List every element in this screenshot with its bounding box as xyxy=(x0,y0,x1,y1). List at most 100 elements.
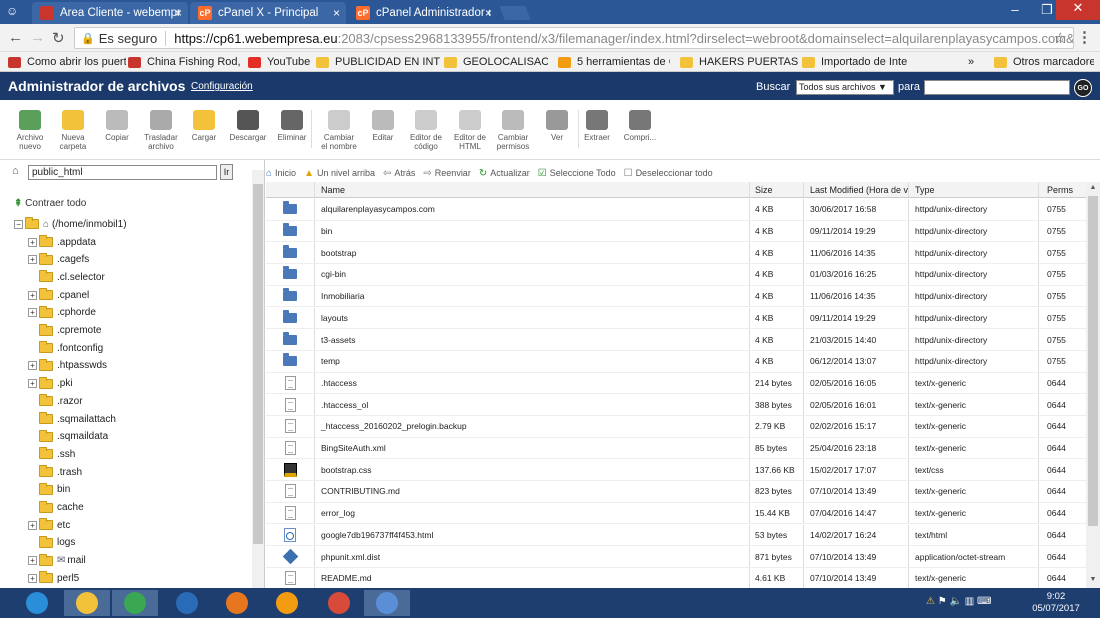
back-link[interactable]: ⇦ Atrás xyxy=(383,168,415,179)
col-modified-header[interactable]: Last Modified (Hora de v xyxy=(803,182,908,197)
browser-menu-icon[interactable]: ⋮ xyxy=(1077,28,1092,46)
view-button[interactable]: Ver xyxy=(535,110,579,142)
tree-item[interactable]: logs xyxy=(28,535,75,551)
table-row[interactable]: alquilarenplayasycampos.com 4 KB 30/06/201… xyxy=(266,199,1086,221)
tab-cpanel-principal[interactable]: cP cPanel X - Principal × xyxy=(190,2,346,24)
expand-node-icon[interactable]: + xyxy=(28,361,37,371)
other-bookmarks[interactable]: Otros marcadores xyxy=(994,54,1094,70)
search-input[interactable] xyxy=(924,80,1070,95)
file-name[interactable]: README.md xyxy=(314,567,749,589)
network-icon[interactable]: ⚑ xyxy=(938,596,947,607)
keyboard-icon[interactable]: ⌨ xyxy=(977,596,991,607)
taskbar-app[interactable] xyxy=(164,590,210,616)
file-name[interactable]: bin xyxy=(314,220,749,242)
go-directory-button[interactable]: Ir xyxy=(220,164,233,180)
table-row[interactable]: BingSiteAuth.xml 85 bytes 25/04/2016 23:18… xyxy=(266,437,1086,460)
table-row[interactable]: _htaccess_20160202_prelogin.backup 2.79 K… xyxy=(266,416,1086,438)
tree-item[interactable]: + .cpanel xyxy=(28,287,89,303)
close-icon[interactable]: × xyxy=(333,6,340,20)
taskbar-app[interactable] xyxy=(14,590,60,616)
volume-icon[interactable]: 🔈 xyxy=(950,596,962,607)
forward-link[interactable]: ⇨ Reenviar xyxy=(423,168,470,179)
file-name[interactable]: .htaccess xyxy=(314,372,749,394)
file-name[interactable]: alquilarenplayasycampos.com xyxy=(314,199,749,220)
tree-item[interactable]: + .cphorde xyxy=(28,305,96,321)
tree-item[interactable]: .fontconfig xyxy=(28,340,103,356)
tree-item[interactable]: bin xyxy=(28,482,70,498)
settings-link[interactable]: Configuración xyxy=(191,81,253,92)
reload-link[interactable]: ↻ Actualizar xyxy=(479,168,530,179)
file-name[interactable]: Inmobiliaria xyxy=(314,285,749,307)
table-row[interactable]: google7db196737ff4f453.html 53 bytes 14/02… xyxy=(266,524,1086,547)
left-scrollbar[interactable] xyxy=(252,170,264,588)
wifi-icon[interactable]: ▥ xyxy=(965,596,974,607)
tree-item[interactable]: + perl5 xyxy=(28,570,79,586)
file-name[interactable]: layouts xyxy=(314,307,749,329)
col-type-header[interactable]: Type xyxy=(908,182,1038,197)
file-name[interactable]: bootstrap xyxy=(314,242,749,264)
html-editor-button[interactable]: Editor de HTML xyxy=(448,110,492,151)
directory-input[interactable]: public_html xyxy=(28,165,217,180)
table-row[interactable]: .htaccess_ol 388 bytes 02/05/2016 16:01 tex… xyxy=(266,394,1086,416)
tree-item[interactable]: .sqmailattach xyxy=(28,411,116,427)
file-name[interactable]: temp xyxy=(314,350,749,372)
col-size-header[interactable]: Size xyxy=(749,182,803,197)
bookmark-item[interactable]: GEOLOCALISACION xyxy=(444,54,548,70)
bookmark-item[interactable]: China Fishing Rod, Fi xyxy=(128,54,240,70)
forward-icon[interactable]: → xyxy=(30,29,45,46)
new-file-button[interactable]: Archivo nuevo xyxy=(8,110,52,151)
close-icon[interactable]: × xyxy=(175,6,182,20)
tab-cpanel-administrador[interactable]: cP cPanel Administrador de × xyxy=(348,2,498,24)
expand-node-icon[interactable]: + xyxy=(28,556,37,566)
table-row[interactable]: CONTRIBUTING.md 823 bytes 07/10/2014 13:49… xyxy=(266,481,1086,503)
expand-node-icon[interactable]: + xyxy=(28,379,37,389)
table-row[interactable]: bootstrap.css 137.66 KB 15/02/2017 17:07 te… xyxy=(266,459,1086,482)
table-row[interactable]: phpunit.xml.dist 871 bytes 07/10/2014 13:4… xyxy=(266,546,1086,568)
download-button[interactable]: Descargar xyxy=(226,110,270,142)
tree-item[interactable]: cache xyxy=(28,500,84,516)
file-name[interactable]: .htaccess_ol xyxy=(314,394,749,415)
compress-button[interactable]: Compri... xyxy=(618,110,662,142)
tree-root[interactable]: − ⌂ (/home/inmobil1) xyxy=(14,216,127,232)
taskbar-app[interactable] xyxy=(264,590,310,616)
file-name[interactable]: bootstrap.css xyxy=(314,459,749,481)
table-row[interactable]: bootstrap 4 KB 11/06/2016 14:35 httpd/unix-… xyxy=(266,242,1086,265)
taskbar-app[interactable] xyxy=(364,590,410,616)
tree-item[interactable]: + ✉ mail xyxy=(28,553,86,569)
collapse-all-link[interactable]: ⇞ Contraer todo xyxy=(14,198,86,209)
tree-item[interactable]: .cl.selector xyxy=(28,269,105,285)
taskbar-app[interactable] xyxy=(214,590,260,616)
url-field[interactable]: 🔒 Es seguro https://cp61.webempresa.eu:2… xyxy=(74,27,1074,49)
table-row[interactable]: layouts 4 KB 09/11/2014 19:29 httpd/unix-di… xyxy=(266,307,1086,330)
bookmark-item[interactable]: YouTube xyxy=(248,54,310,70)
taskbar-app[interactable] xyxy=(64,590,110,616)
taskbar-clock[interactable]: 9:02 05/07/2017 xyxy=(1028,591,1084,615)
file-list-scrollbar[interactable]: ▲ ▼ xyxy=(1086,182,1100,588)
upload-button[interactable]: Cargar xyxy=(182,110,226,142)
tree-item[interactable]: + .htpasswds xyxy=(28,358,107,374)
rename-button[interactable]: Cambiar el nombre xyxy=(317,110,361,151)
file-name[interactable]: cgi-bin xyxy=(314,264,749,285)
table-row[interactable]: cgi-bin 4 KB 01/03/2016 16:25 httpd/unix-di… xyxy=(266,264,1086,286)
tree-item[interactable]: + .pki xyxy=(28,376,73,392)
file-name[interactable]: t3-assets xyxy=(314,329,749,350)
expand-node-icon[interactable]: + xyxy=(28,290,37,300)
bookmark-star-icon[interactable]: ☆ xyxy=(1054,29,1067,47)
back-icon[interactable]: ← xyxy=(8,29,23,46)
scrollbar-thumb[interactable] xyxy=(1088,196,1098,526)
file-name[interactable]: google7db196737ff4f453.html xyxy=(314,524,749,546)
file-name[interactable]: BingSiteAuth.xml xyxy=(314,437,749,459)
copy-button[interactable]: Copiar xyxy=(95,110,139,142)
bookmark-item[interactable]: Importado de Interne xyxy=(802,54,908,70)
tree-item[interactable]: .razor xyxy=(28,393,83,409)
table-row[interactable]: README.md 4.61 KB 07/10/2014 13:49 text/x-g… xyxy=(266,567,1086,590)
window-close-icon[interactable]: ✕ xyxy=(1056,0,1100,20)
scroll-up-icon[interactable]: ▲ xyxy=(1086,184,1100,191)
expand-node-icon[interactable]: + xyxy=(28,255,37,265)
file-name[interactable]: _htaccess_20160202_prelogin.backup xyxy=(314,416,749,437)
tree-item[interactable]: .cpremote xyxy=(28,323,101,339)
tree-item[interactable]: .ssh xyxy=(28,446,75,462)
tree-item[interactable]: + .cagefs xyxy=(28,252,89,268)
scroll-down-icon[interactable]: ▼ xyxy=(1086,576,1100,583)
code-editor-button[interactable]: Editor de código xyxy=(404,110,448,151)
